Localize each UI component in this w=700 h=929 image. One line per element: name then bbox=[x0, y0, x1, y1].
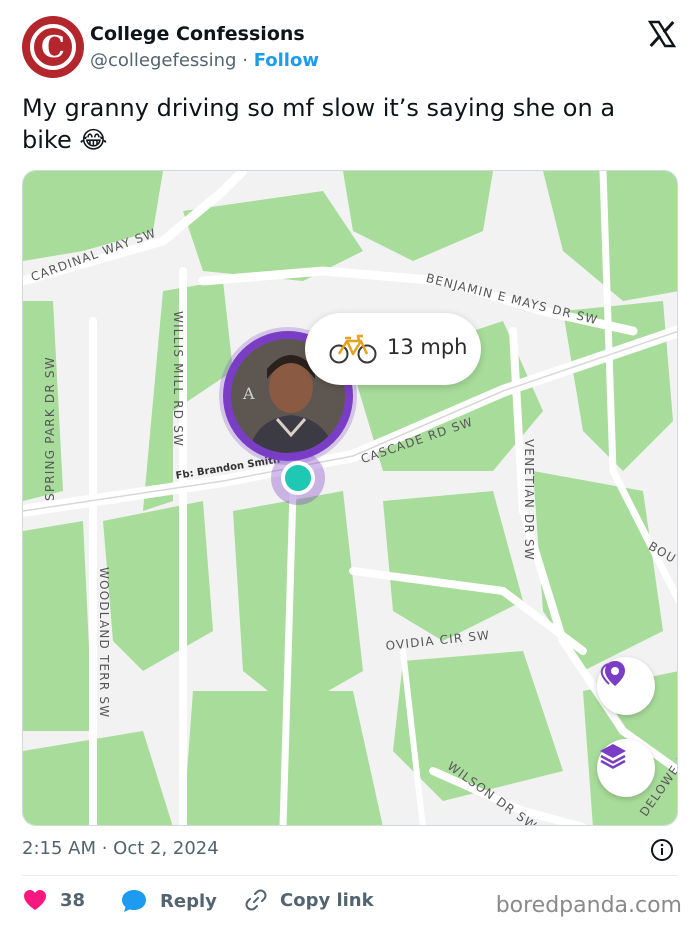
account-handle[interactable]: @collegefessing bbox=[90, 50, 237, 71]
tweet-text: My granny driving so mf slow it’s saying… bbox=[22, 92, 672, 156]
map-image[interactable]: CARDINAL WAY SW BENJAMIN E MAYS DR SW WI… bbox=[22, 170, 678, 826]
layers-icon bbox=[600, 744, 626, 769]
location-pin-icon bbox=[600, 661, 625, 686]
tweet-text-line-2: bike 😂 bbox=[22, 126, 108, 154]
x-logo-icon[interactable] bbox=[646, 18, 678, 50]
copy-link-button[interactable]: Copy link bbox=[244, 888, 374, 912]
reply-label: Reply bbox=[160, 890, 217, 912]
reply-bubble-icon bbox=[122, 890, 146, 912]
info-icon[interactable] bbox=[650, 838, 674, 862]
road-label-woodland: WOODLAND TERR SW bbox=[97, 567, 111, 719]
tweet-header: C College Confessions @collegefessing · … bbox=[22, 16, 682, 80]
source-watermark: boredpanda.com bbox=[495, 893, 682, 918]
like-button[interactable]: 38 bbox=[22, 888, 85, 912]
road-label-spring: SPRING PARK DR SW bbox=[43, 356, 57, 501]
speed-indicator: 13 mph bbox=[305, 313, 481, 385]
current-location-dot bbox=[281, 461, 315, 495]
road-label-venetian: VENETIAN DR SW bbox=[522, 439, 536, 561]
bicycle-icon bbox=[329, 334, 377, 364]
account-name[interactable]: College Confessions bbox=[90, 23, 305, 45]
separator-dot: · bbox=[242, 50, 248, 71]
avatar-letter: C bbox=[30, 24, 76, 70]
heart-icon bbox=[24, 890, 46, 910]
copy-link-label: Copy link bbox=[280, 889, 374, 911]
link-icon bbox=[245, 889, 267, 911]
map-background bbox=[23, 171, 677, 825]
divider bbox=[22, 875, 678, 876]
tweet-text-line-1: My granny driving so mf slow it’s saying… bbox=[22, 94, 616, 122]
follow-button[interactable]: Follow bbox=[254, 50, 319, 71]
account-avatar[interactable]: C bbox=[22, 16, 84, 78]
road-label-willis: WILLIS MILL RD SW bbox=[171, 311, 185, 448]
reply-button[interactable]: Reply bbox=[120, 888, 217, 914]
account-handle-line: @collegefessing · Follow bbox=[90, 50, 319, 71]
speed-value: 13 mph bbox=[387, 335, 468, 359]
tweet-timestamp[interactable]: 2:15 AM · Oct 2, 2024 bbox=[22, 838, 219, 859]
person-badge: A bbox=[242, 384, 255, 403]
places-button[interactable] bbox=[597, 657, 655, 715]
like-count: 38 bbox=[60, 889, 86, 911]
map-layers-button[interactable] bbox=[597, 739, 655, 797]
